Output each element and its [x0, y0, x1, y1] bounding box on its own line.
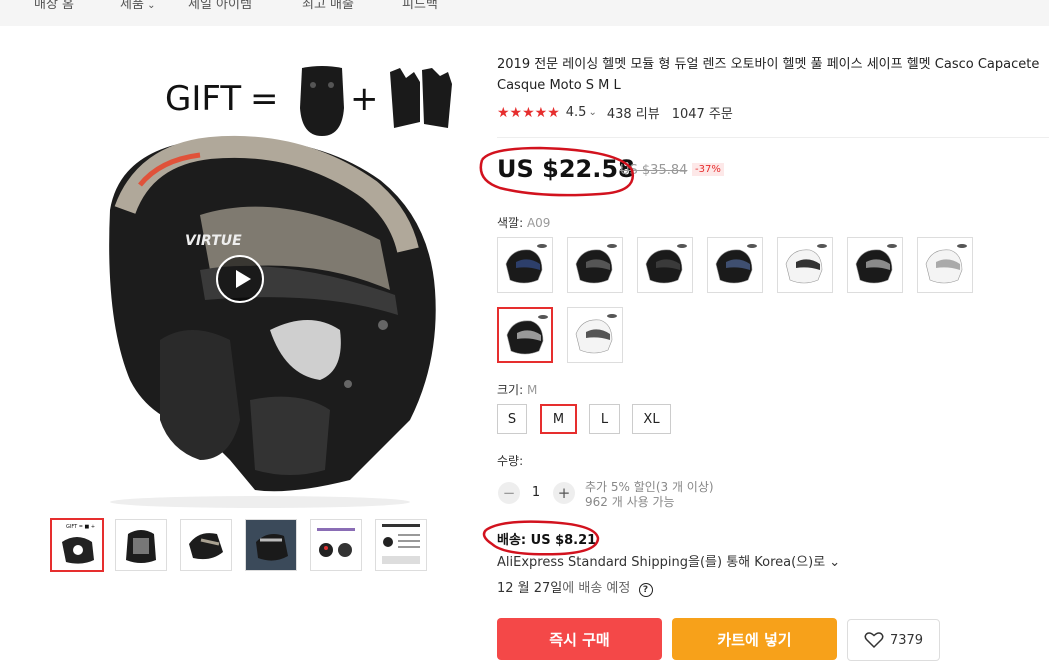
color-swatch-9[interactable]	[567, 307, 623, 363]
thumbnail-3[interactable]	[180, 519, 232, 571]
rating-row: ★★★★★ 4.5 ⌄ 438 리뷰 1047 주문	[497, 103, 733, 123]
shipping-method-selector[interactable]: AliExpress Standard Shipping을(를) 통해 Kore…	[497, 551, 840, 570]
delivery-date: 12 월 27일	[497, 581, 563, 596]
thumbnail-3-image	[189, 533, 223, 560]
store-nav-bar: 매장 홈 제품 ⌄ 세일 아이템 최고 매출 피드백	[0, 0, 1049, 26]
thumbnail-2-image	[126, 530, 156, 563]
size-option-xl[interactable]: XL	[632, 404, 671, 434]
color-label-text: 색깔:	[497, 216, 524, 230]
helmet-thumbnail	[715, 244, 757, 284]
face-mask-icon	[300, 66, 344, 136]
add-to-cart-button[interactable]: 카트에 넣기	[672, 618, 837, 660]
quantity-increase-button[interactable]: +	[553, 482, 575, 504]
helmet-thumbnail	[506, 315, 548, 355]
heart-icon	[864, 632, 884, 649]
color-swatch-3[interactable]	[637, 237, 693, 293]
helmet-thumbnail	[785, 244, 827, 284]
divider	[497, 137, 1049, 138]
color-swatch-4[interactable]	[707, 237, 763, 293]
svg-text:VIRTUE: VIRTUE	[185, 233, 242, 249]
color-swatch-2[interactable]	[567, 237, 623, 293]
helmet-thumbnail	[505, 244, 547, 284]
gift-equals: =	[250, 79, 279, 119]
thumbnail-6[interactable]	[375, 519, 427, 571]
color-value: A09	[526, 216, 551, 230]
quantity-value[interactable]: 1	[527, 485, 545, 500]
chevron-down-icon: ⌄	[143, 0, 156, 11]
wishlist-count: 7379	[889, 632, 924, 648]
helmet-thumbnail	[925, 244, 967, 284]
delivery-estimate: 12 월 27일에 배송 예정 ?	[497, 577, 653, 597]
thumbnail-5[interactable]	[310, 519, 362, 571]
color-swatch-5[interactable]	[777, 237, 833, 293]
thumbnail-2[interactable]	[115, 519, 167, 571]
shipping-cost: 배송: US $8.21	[497, 533, 597, 548]
size-label: 크기: M	[497, 381, 537, 398]
svg-text:GIFT = ■ +: GIFT = ■ +	[66, 524, 95, 530]
review-count[interactable]: 438 리뷰	[607, 103, 660, 122]
size-option-s[interactable]: S	[497, 404, 527, 434]
color-swatch-7[interactable]	[917, 237, 973, 293]
gift-label: GIFT	[165, 79, 241, 119]
help-icon[interactable]: ?	[638, 583, 653, 597]
size-value: M	[526, 383, 538, 397]
star-rating-icon: ★★★★★	[497, 104, 560, 121]
nav-feedback[interactable]: 피드백	[402, 0, 438, 12]
color-label: 색깔: A09	[497, 214, 550, 231]
helmet-thumbnail	[575, 314, 617, 354]
delivery-suffix: 에 배송 예정	[562, 581, 631, 596]
thumbnail-1[interactable]: GIFT = ■ +	[50, 518, 104, 572]
thumbnail-4-image	[246, 520, 296, 570]
thumbnail-6-image	[382, 524, 420, 564]
chevron-down-icon[interactable]: ⌄	[588, 107, 596, 118]
color-swatch-8[interactable]	[497, 307, 553, 363]
discount-badge: -37%	[692, 163, 724, 176]
current-price: US $22.58	[497, 155, 635, 183]
product-title: 2019 전문 레이싱 헬멧 모듈 형 듀얼 렌즈 오토바이 헬멧 풀 페이스 …	[497, 57, 1040, 93]
nav-products-label: 제품	[120, 0, 144, 12]
stock-available-note: 962 개 사용 가능	[585, 495, 675, 509]
thumbnail-4[interactable]	[245, 519, 297, 571]
gloves-icon	[390, 68, 452, 128]
thumbnail-1-image: GIFT = ■ +	[62, 524, 95, 564]
order-count: 1047 주문	[671, 107, 733, 122]
size-option-m[interactable]: M	[540, 404, 577, 434]
nav-products[interactable]: 제품 ⌄	[120, 0, 155, 12]
color-swatch-1[interactable]	[497, 237, 553, 293]
helmet-thumbnail	[575, 244, 617, 284]
gift-plus: +	[350, 79, 379, 119]
helmet-thumbnail	[645, 244, 687, 284]
nav-sale-items[interactable]: 세일 아이템	[188, 0, 252, 12]
wishlist-button[interactable]: 7379	[847, 619, 940, 661]
quantity-decrease-button[interactable]: −	[498, 482, 520, 504]
buy-now-button[interactable]: 즉시 구매	[497, 618, 662, 660]
helmet-thumbnail	[855, 244, 897, 284]
quantity-label: 수량:	[497, 454, 524, 468]
thumbnail-5-image	[317, 528, 355, 557]
nav-store-home[interactable]: 매장 홈	[34, 0, 74, 12]
size-option-l[interactable]: L	[589, 404, 620, 434]
original-price: US $35.84	[620, 163, 688, 178]
nav-top-selling[interactable]: 최고 매출	[302, 0, 354, 12]
rating-value[interactable]: 4.5	[566, 105, 587, 120]
video-play-button[interactable]	[216, 255, 264, 303]
color-swatch-6[interactable]	[847, 237, 903, 293]
size-label-text: 크기:	[497, 383, 524, 397]
